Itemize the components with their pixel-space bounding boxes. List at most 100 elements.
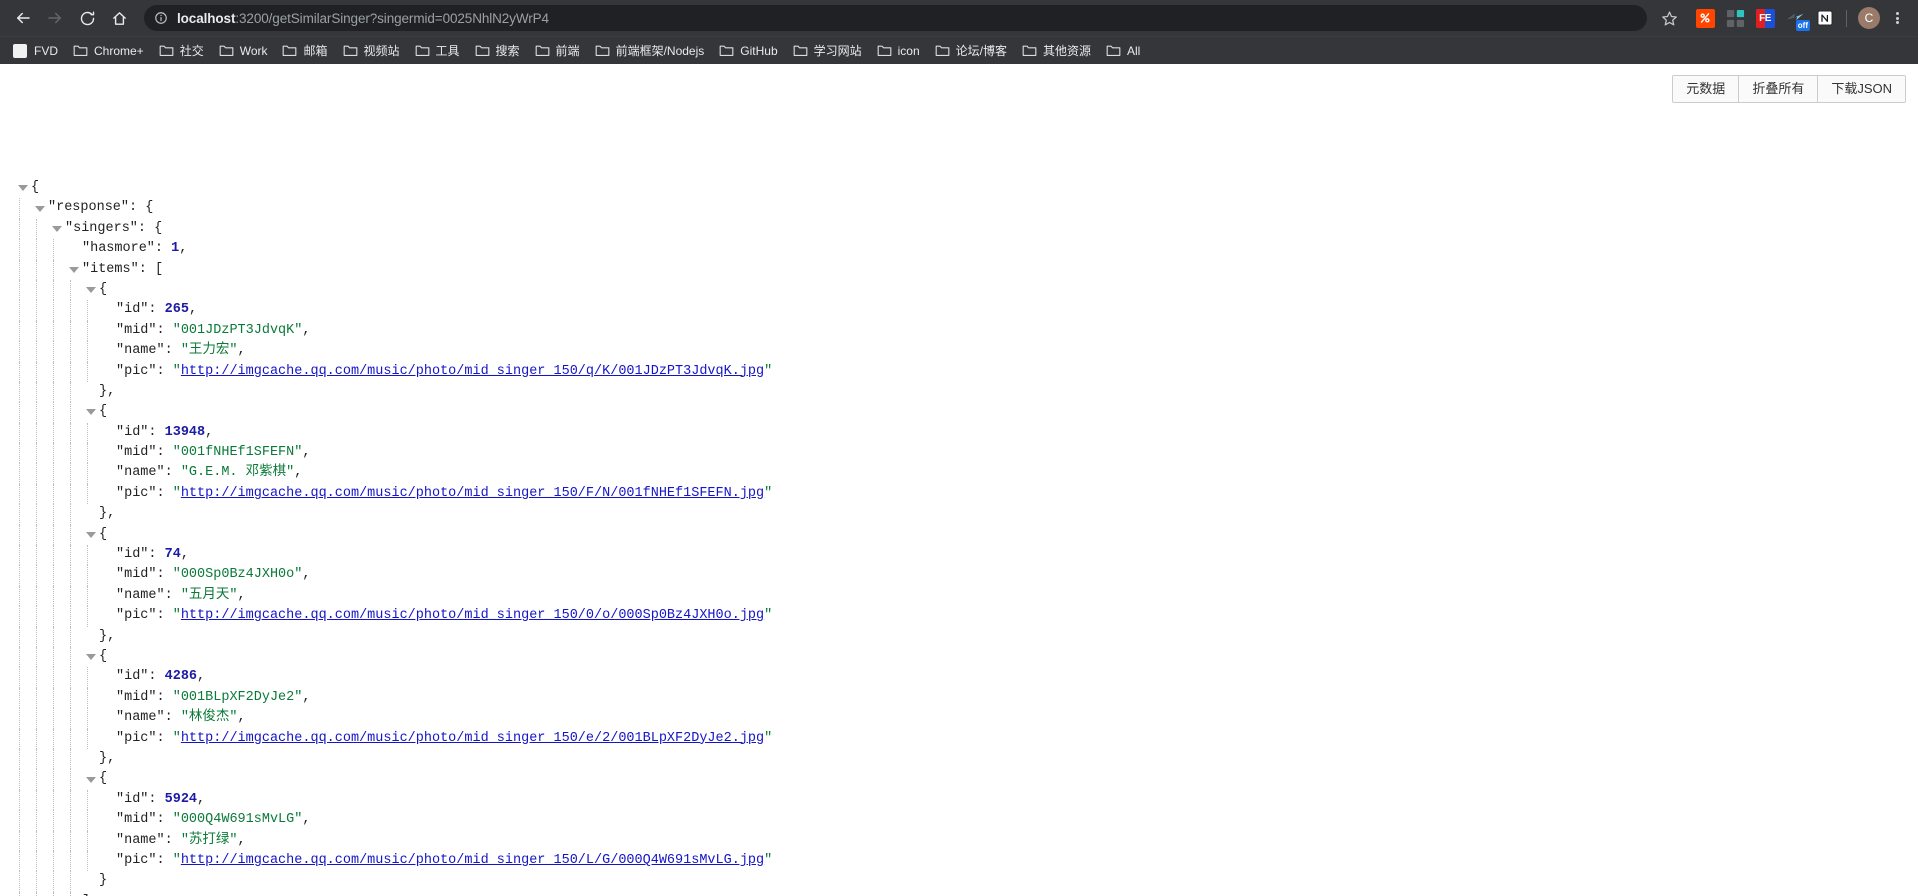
folder-icon xyxy=(343,44,358,57)
grid-extension-icon[interactable] xyxy=(1721,4,1749,32)
bookmark-item-chrome-plus[interactable]: Chrome+ xyxy=(66,40,151,62)
proxy-extension-icon[interactable]: off xyxy=(1781,4,1810,32)
json-line-item-open: { xyxy=(14,769,772,791)
json-line-items-close: ] xyxy=(14,891,772,896)
bookmark-label: 其他资源 xyxy=(1043,44,1092,58)
json-punct: , xyxy=(179,241,188,257)
json-line-item-open: { xyxy=(14,646,772,668)
folder-icon xyxy=(1022,44,1037,57)
folder-icon xyxy=(935,44,950,57)
disclosure-triangle-icon[interactable] xyxy=(14,178,31,198)
json-line-name: "name": "G.E.M. 邓紫棋", xyxy=(14,463,772,485)
folder-icon xyxy=(877,44,892,57)
json-value-id: 13948 xyxy=(164,424,206,440)
disclosure-triangle-icon[interactable] xyxy=(82,402,99,422)
forward-button[interactable] xyxy=(40,3,70,33)
page-icon xyxy=(13,43,27,58)
reload-button[interactable] xyxy=(72,3,102,33)
json-key-id: "id" xyxy=(116,547,149,563)
json-line-name: "name": "五月天", xyxy=(14,585,772,607)
indent-guide xyxy=(48,239,65,260)
json-line-mid: "mid": "001BLpXF2DyJe2", xyxy=(14,687,772,709)
disclosure-triangle-icon[interactable] xyxy=(31,198,48,218)
browser-chrome: localhost:3200/getSimilarSinger?singermi… xyxy=(0,0,1918,64)
three-dot-menu-icon[interactable] xyxy=(1884,4,1910,32)
json-line-response: "response": { xyxy=(14,198,772,220)
bookmark-item-social[interactable]: 社交 xyxy=(152,40,211,62)
bookmark-label: Chrome+ xyxy=(94,43,144,58)
json-value-pic-link[interactable]: http://imgcache.qq.com/music/photo/mid_s… xyxy=(181,851,764,871)
bookmark-item-mail[interactable]: 邮箱 xyxy=(275,40,334,62)
bookmark-label: 工具 xyxy=(435,44,460,58)
omnibox-actions: FE off C xyxy=(1653,4,1910,32)
json-line-item-open: { xyxy=(14,279,772,301)
json-line-mid: "mid": "000Q4W691sMvLG", xyxy=(14,810,772,831)
disclosure-triangle-icon[interactable] xyxy=(82,647,99,667)
bookmark-item-search[interactable]: 搜索 xyxy=(468,40,527,62)
percent-extension-icon[interactable] xyxy=(1691,4,1719,32)
fe-helper-extension-icon[interactable]: FE xyxy=(1751,4,1779,32)
folder-icon xyxy=(282,44,297,57)
bookmark-label: 学习网站 xyxy=(813,44,862,58)
json-line-hasmore: "hasmore": 1, xyxy=(14,239,772,260)
url-text: localhost:3200/getSimilarSinger?singermi… xyxy=(177,11,549,26)
json-value-pic-link[interactable]: http://imgcache.qq.com/music/photo/mid_s… xyxy=(181,484,764,504)
metadata-tab[interactable]: 元数据 xyxy=(1673,76,1740,102)
disclosure-triangle-icon[interactable] xyxy=(65,260,82,280)
json-viewer-toolbar: 元数据 折叠所有 下载JSON xyxy=(1672,75,1906,103)
json-line-item-open: { xyxy=(14,524,772,546)
bookmark-item-all[interactable]: All xyxy=(1099,40,1147,62)
json-value-pic-link[interactable]: http://imgcache.qq.com/music/photo/mid_s… xyxy=(181,362,764,382)
json-line-item-close: }, xyxy=(14,381,772,403)
folder-icon xyxy=(719,44,734,57)
bookmark-item-learning-sites[interactable]: 学习网站 xyxy=(786,40,869,62)
disclosure-triangle-icon[interactable] xyxy=(48,219,65,239)
json-value-name: "G.E.M. 邓紫棋" xyxy=(180,465,295,481)
disclosure-triangle-icon[interactable] xyxy=(82,769,99,789)
bookmark-item-other-resources[interactable]: 其他资源 xyxy=(1015,40,1098,62)
download-json-tab[interactable]: 下载JSON xyxy=(1818,76,1905,102)
bookmark-item-work[interactable]: Work xyxy=(212,40,275,62)
bookmark-item-icon[interactable]: icon xyxy=(870,40,927,62)
bookmark-item-github[interactable]: GitHub xyxy=(712,40,784,62)
json-line-mid: "mid": "001JDzPT3JdvqK", xyxy=(14,320,772,342)
json-line-item-close: }, xyxy=(14,626,772,648)
back-button[interactable] xyxy=(8,3,38,33)
address-bar[interactable]: localhost:3200/getSimilarSinger?singermi… xyxy=(144,5,1647,31)
bookmarks-bar: FVD Chrome+ 社交 Work 邮箱 视频站 工具 搜索 前端 前端框架… xyxy=(0,36,1918,64)
bookmark-item-tools[interactable]: 工具 xyxy=(408,40,467,62)
disclosure-triangle-icon[interactable] xyxy=(82,280,99,300)
json-value-pic-link[interactable]: http://imgcache.qq.com/music/photo/mid_s… xyxy=(181,606,764,626)
json-key-mid: "mid" xyxy=(116,689,157,705)
bookmark-item-fvd[interactable]: FVD xyxy=(6,40,65,62)
json-key-pic: "pic" xyxy=(116,363,157,379)
folder-icon xyxy=(793,44,808,57)
folder-icon xyxy=(535,44,550,57)
home-button[interactable] xyxy=(104,3,134,33)
json-key-name: "name" xyxy=(116,832,165,848)
site-info-icon[interactable] xyxy=(154,11,168,25)
bookmark-item-video[interactable]: 视频站 xyxy=(336,40,407,62)
disclosure-triangle-icon[interactable] xyxy=(82,525,99,545)
collapse-all-tab[interactable]: 折叠所有 xyxy=(1739,76,1819,102)
bookmark-item-frontend[interactable]: 前端 xyxy=(528,40,587,62)
bookmark-label: 前端框架/Nodejs xyxy=(615,44,705,58)
json-key-pic: "pic" xyxy=(116,730,157,746)
json-key-mid: "mid" xyxy=(116,812,157,828)
json-line-pic: "pic": " http://imgcache.qq.com/music/pho… xyxy=(14,606,772,627)
profile-avatar[interactable]: C xyxy=(1858,7,1880,29)
json-key-response: "response" xyxy=(48,200,130,216)
json-value-pic-link[interactable]: http://imgcache.qq.com/music/photo/mid_s… xyxy=(181,729,764,749)
indent-guide xyxy=(31,279,48,301)
bookmark-star-icon[interactable] xyxy=(1655,4,1683,32)
indent-guide xyxy=(48,259,65,281)
json-line-id: "id": 74, xyxy=(14,545,772,566)
bookmark-label: Work xyxy=(239,43,268,58)
json-punct: : xyxy=(154,241,164,257)
json-value-id: 5924 xyxy=(164,791,198,807)
json-line-name: "name": "王力宏", xyxy=(14,341,772,362)
json-line-pic: "pic": " http://imgcache.qq.com/music/pho… xyxy=(14,850,772,872)
notion-extension-icon[interactable] xyxy=(1811,4,1839,32)
bookmark-item-frontend-frameworks[interactable]: 前端框架/Nodejs xyxy=(588,40,712,62)
bookmark-item-forums-blogs[interactable]: 论坛/博客 xyxy=(928,40,1014,62)
